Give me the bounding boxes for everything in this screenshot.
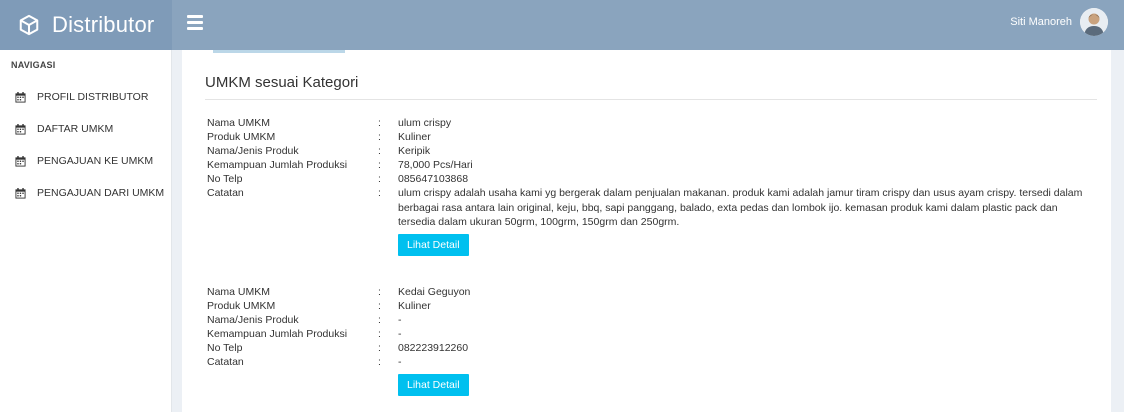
field-separator: :	[378, 286, 381, 298]
user-name: Siti Manoreh	[1010, 16, 1072, 28]
field-label: No Telp	[207, 173, 243, 185]
umkm-entry: Nama UMKM : Kedai Geguyon Produk UMKM : …	[207, 285, 1097, 396]
cube-icon	[19, 14, 39, 36]
field-separator: :	[378, 328, 381, 340]
field-label: Catatan	[207, 187, 244, 199]
field-label: Produk UMKM	[207, 300, 276, 312]
field-label: Kemampuan Jumlah Produksi	[207, 159, 348, 171]
calendar-icon	[15, 187, 26, 199]
field-label: Produk UMKM	[207, 131, 276, 143]
box-top-accent	[213, 50, 345, 53]
field-value-telp: 085647103868	[398, 173, 469, 185]
field-label: Nama UMKM	[207, 286, 271, 298]
field-separator: :	[378, 159, 381, 171]
field-separator: :	[378, 314, 381, 326]
field-row-produk: Produk UMKM : Kuliner	[207, 299, 1097, 313]
user-avatar-icon	[1080, 8, 1108, 36]
page-title: UMKM sesuai Kategori	[205, 74, 359, 91]
field-value-telp: 082223912260	[398, 342, 469, 354]
field-value-nama: Kedai Geguyon	[398, 286, 471, 298]
field-separator: :	[378, 145, 381, 157]
field-row-kemampuan: Kemampuan Jumlah Produksi : 78,000 Pcs/H…	[207, 158, 1097, 172]
calendar-icon	[15, 123, 26, 135]
field-separator: :	[378, 187, 381, 199]
main-content: UMKM sesuai Kategori Nama UMKM : ulum cr…	[172, 50, 1124, 412]
field-value-catatan: -	[398, 356, 402, 368]
field-row-jenis: Nama/Jenis Produk : -	[207, 313, 1097, 327]
user-menu[interactable]: Siti Manoreh	[1010, 8, 1108, 36]
sidebar-item-label: PENGAJUAN KE UMKM	[37, 155, 154, 167]
field-label: Nama UMKM	[207, 117, 271, 129]
umkm-list-box: UMKM sesuai Kategori Nama UMKM : ulum cr…	[182, 50, 1111, 412]
field-label: Nama/Jenis Produk	[207, 314, 299, 326]
sidebar-item-pengajuan-dari-umkm[interactable]: PENGAJUAN DARI UMKM	[0, 177, 171, 209]
sidebar-menu: PROFIL DISTRIBUTOR DAFTAR UMKM PENGAJUAN…	[0, 81, 171, 209]
field-row-catatan: Catatan : -	[207, 355, 1097, 370]
field-separator: :	[378, 117, 381, 129]
lihat-detail-button[interactable]: Lihat Detail	[398, 233, 469, 256]
divider	[205, 99, 1097, 100]
field-value-produk: Kuliner	[398, 300, 431, 312]
brand-name: Distributor	[52, 12, 155, 37]
sidebar-item-label: PENGAJUAN DARI UMKM	[37, 187, 165, 199]
avatar	[1080, 8, 1108, 36]
hamburger-icon	[187, 15, 203, 18]
field-value-kemampuan: 78,000 Pcs/Hari	[398, 159, 473, 171]
field-separator: :	[378, 356, 381, 368]
field-value-jenis: -	[398, 314, 402, 326]
field-row-telp: No Telp : 082223912260	[207, 341, 1097, 355]
field-separator: :	[378, 342, 381, 354]
field-row-produk: Produk UMKM : Kuliner	[207, 130, 1097, 144]
field-separator: :	[378, 131, 381, 143]
sidebar-item-pengajuan-ke-umkm[interactable]: PENGAJUAN KE UMKM	[0, 145, 171, 177]
umkm-entry: Nama UMKM : ulum crispy Produk UMKM : Ku…	[207, 116, 1097, 256]
field-label: Catatan	[207, 356, 244, 368]
calendar-icon	[15, 91, 26, 103]
sidebar-item-label: PROFIL DISTRIBUTOR	[37, 91, 149, 103]
field-row-jenis: Nama/Jenis Produk : Keripik	[207, 144, 1097, 158]
field-row-telp: No Telp : 085647103868	[207, 172, 1097, 186]
field-label: No Telp	[207, 342, 243, 354]
field-value-kemampuan: -	[398, 328, 402, 340]
field-value-catatan: ulum crispy adalah usaha kami yg bergera…	[398, 187, 1083, 228]
field-value-nama: ulum crispy	[398, 117, 452, 129]
sidebar-heading: NAVIGASI	[11, 60, 56, 70]
field-label: Nama/Jenis Produk	[207, 145, 299, 157]
sidebar-item-label: DAFTAR UMKM	[37, 123, 114, 135]
field-label: Kemampuan Jumlah Produksi	[207, 328, 348, 340]
field-row-kemampuan: Kemampuan Jumlah Produksi : -	[207, 327, 1097, 341]
sidebar-item-profil-distributor[interactable]: PROFIL DISTRIBUTOR	[0, 81, 171, 113]
sidebar-toggle-button[interactable]	[187, 15, 203, 35]
top-navbar: Distributor Siti Manoreh	[0, 0, 1124, 50]
field-row-catatan: Catatan : ulum crispy adalah usaha kami …	[207, 186, 1097, 230]
field-separator: :	[378, 173, 381, 185]
field-row-nama: Nama UMKM : ulum crispy	[207, 116, 1097, 130]
calendar-icon	[15, 155, 26, 167]
lihat-detail-button[interactable]: Lihat Detail	[398, 373, 469, 396]
field-value-produk: Kuliner	[398, 131, 431, 143]
brand-logo[interactable]: Distributor	[0, 0, 172, 50]
field-row-nama: Nama UMKM : Kedai Geguyon	[207, 285, 1097, 299]
sidebar-item-daftar-umkm[interactable]: DAFTAR UMKM	[0, 113, 171, 145]
field-value-jenis: Keripik	[398, 145, 431, 157]
field-separator: :	[378, 300, 381, 312]
sidebar: NAVIGASI PROFIL DISTRIBUTOR DAFTAR UMKM …	[0, 50, 172, 412]
